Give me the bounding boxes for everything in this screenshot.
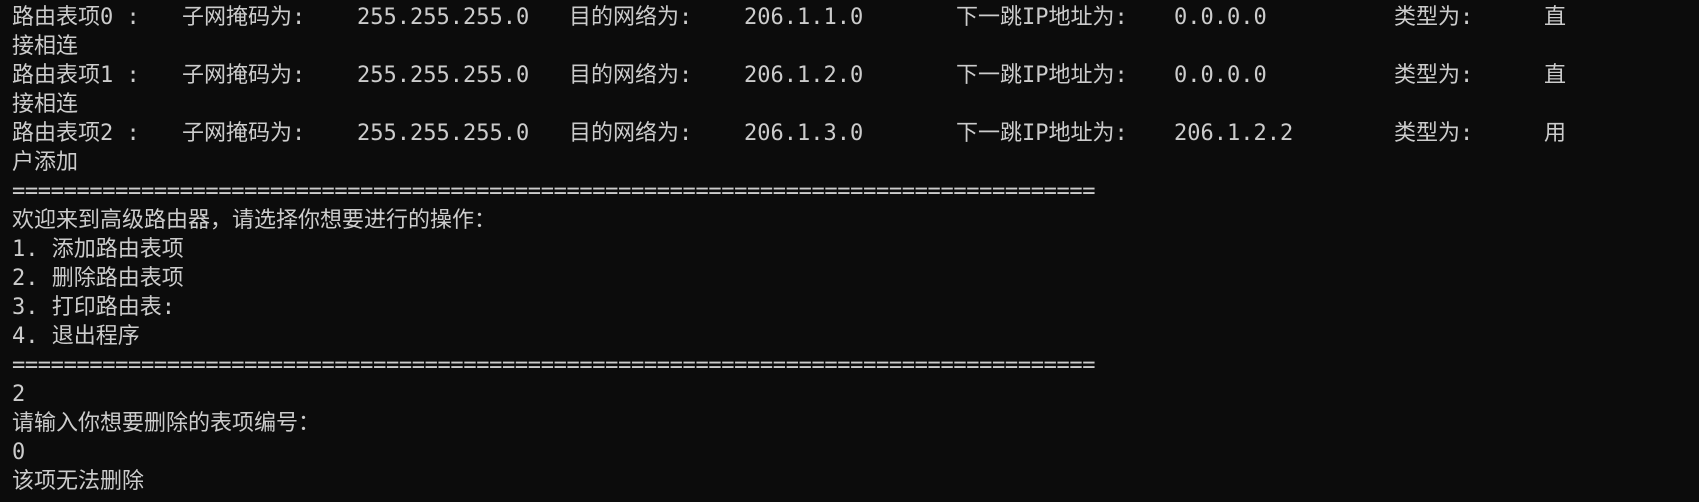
result-message: 该项无法删除: [12, 469, 145, 494]
route-label: 路由表项0 :: [12, 5, 140, 30]
type-value-tail: 接相连: [12, 34, 79, 59]
dest-label: 目的网络为:: [569, 5, 693, 30]
dest-value: 206.1.3.0: [744, 121, 864, 146]
route-label: 路由表项1 :: [12, 63, 140, 88]
delete-prompt: 请输入你想要删除的表项编号：: [12, 411, 321, 436]
dest-value: 206.1.2.0: [744, 63, 864, 88]
mask-value: 255.255.255.0: [357, 5, 530, 30]
user-choice-input: 2: [12, 382, 26, 407]
dest-value: 206.1.1.0: [744, 5, 864, 30]
dest-label: 目的网络为:: [569, 63, 693, 88]
type-label: 类型为:: [1394, 5, 1474, 30]
type-value-head: 用: [1544, 121, 1567, 146]
console-output[interactable]: 路由表项0 : 子网掩码为: 255.255.255.0 目的网络为: 206.…: [12, 3, 1699, 502]
next-hop-value: 0.0.0.0: [1174, 63, 1267, 88]
mask-label: 子网掩码为:: [182, 5, 306, 30]
type-label: 类型为:: [1394, 63, 1474, 88]
menu-option-print: 3. 打印路由表:: [12, 295, 175, 320]
route-entry-0: 路由表项0 : 子网掩码为: 255.255.255.0 目的网络为: 206.…: [12, 3, 1699, 32]
menu-option-exit: 4. 退出程序: [12, 324, 140, 349]
dest-label: 目的网络为:: [569, 121, 693, 146]
next-hop-value: 206.1.2.2: [1174, 121, 1294, 146]
mask-value: 255.255.255.0: [357, 63, 530, 88]
route-entry-2: 路由表项2 : 子网掩码为: 255.255.255.0 目的网络为: 206.…: [12, 119, 1699, 148]
next-hop-label: 下一跳IP地址为:: [956, 63, 1128, 88]
separator-line: ========================================…: [12, 353, 1096, 378]
type-value-head: 直: [1544, 63, 1567, 88]
next-hop-label: 下一跳IP地址为:: [956, 121, 1128, 146]
type-value-head: 直: [1544, 5, 1567, 30]
next-hop-label: 下一跳IP地址为:: [956, 5, 1128, 30]
menu-option-delete: 2. 删除路由表项: [12, 266, 184, 291]
mask-label: 子网掩码为:: [182, 121, 306, 146]
mask-value: 255.255.255.0: [357, 121, 530, 146]
route-label: 路由表项2 :: [12, 121, 140, 146]
next-hop-value: 0.0.0.0: [1174, 5, 1267, 30]
welcome-message: 欢迎来到高级路由器，请选择你想要进行的操作：: [12, 208, 497, 233]
mask-label: 子网掩码为:: [182, 63, 306, 88]
type-label: 类型为:: [1394, 121, 1474, 146]
route-entry-1: 路由表项1 : 子网掩码为: 255.255.255.0 目的网络为: 206.…: [12, 61, 1699, 90]
type-value-tail: 接相连: [12, 92, 79, 117]
menu-option-add: 1. 添加路由表项: [12, 237, 184, 262]
entry-number-input: 0: [12, 440, 26, 465]
type-value-tail: 户添加: [12, 150, 79, 175]
separator-line: ========================================…: [12, 179, 1096, 204]
